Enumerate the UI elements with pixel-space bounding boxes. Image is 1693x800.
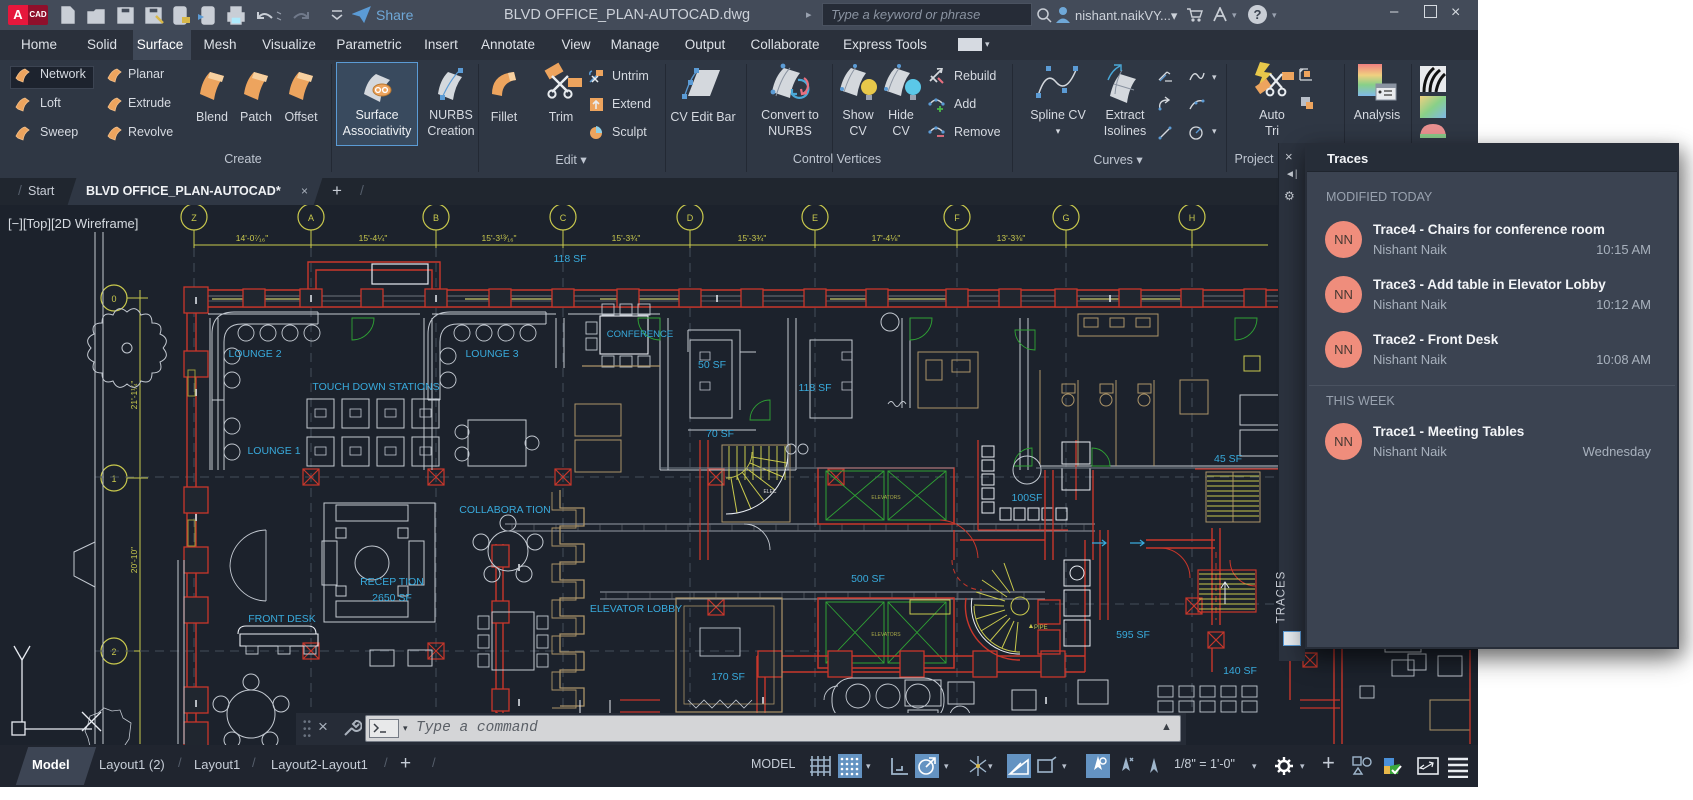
svg-text:45 SF: 45 SF bbox=[1214, 453, 1242, 465]
svg-text:B: B bbox=[433, 213, 439, 223]
svg-text:100SF: 100SF bbox=[1012, 492, 1043, 504]
svg-text:CONFERENCE: CONFERENCE bbox=[607, 329, 674, 340]
svg-text:15'-3¾": 15'-3¾" bbox=[738, 233, 767, 243]
svg-text:D: D bbox=[687, 213, 694, 223]
svg-text:ELEVATORS: ELEVATORS bbox=[871, 495, 901, 501]
svg-text:14'-0⁷⁄₁₆": 14'-0⁷⁄₁₆" bbox=[236, 233, 268, 243]
svg-text:1: 1 bbox=[111, 474, 116, 484]
svg-text:17'-4⅛": 17'-4⅛" bbox=[872, 233, 901, 243]
svg-text:I: I bbox=[1109, 294, 1112, 305]
svg-text:G: G bbox=[1062, 213, 1069, 223]
svg-text:I: I bbox=[1045, 696, 1048, 707]
svg-text:595 SF: 595 SF bbox=[1116, 629, 1150, 641]
svg-text:15'-4¼": 15'-4¼" bbox=[359, 233, 388, 243]
svg-text:I: I bbox=[195, 296, 198, 307]
svg-text:ELEVATORS: ELEVATORS bbox=[871, 632, 901, 638]
svg-text:0: 0 bbox=[111, 294, 116, 304]
svg-text:15'-3¾": 15'-3¾" bbox=[612, 233, 641, 243]
svg-text:140 SF: 140 SF bbox=[1223, 665, 1257, 677]
svg-text:Z: Z bbox=[191, 213, 197, 223]
svg-text:H: H bbox=[1189, 213, 1196, 223]
svg-text:LOUNGE 2: LOUNGE 2 bbox=[228, 348, 281, 360]
svg-text:500 SF: 500 SF bbox=[851, 573, 885, 585]
svg-text:COLLABORA TION: COLLABORA TION bbox=[459, 504, 550, 516]
svg-text:I: I bbox=[435, 294, 438, 305]
svg-text:50 SF: 50 SF bbox=[698, 359, 726, 371]
svg-text:A: A bbox=[308, 213, 314, 223]
svg-text:F: F bbox=[954, 213, 960, 223]
svg-text:70 SF: 70 SF bbox=[706, 428, 734, 440]
svg-text:170 SF: 170 SF bbox=[711, 671, 745, 683]
svg-text:20'-10": 20'-10" bbox=[129, 547, 139, 573]
svg-text:ELEVATOR LOBBY: ELEVATOR LOBBY bbox=[590, 603, 682, 615]
svg-text:21'-1¼": 21'-1¼" bbox=[129, 381, 139, 410]
svg-text:C: C bbox=[560, 213, 567, 223]
svg-text:I: I bbox=[716, 294, 719, 305]
svg-text:I: I bbox=[518, 698, 521, 709]
svg-text:I: I bbox=[195, 699, 198, 710]
svg-text:13'-3⅜": 13'-3⅜" bbox=[997, 233, 1026, 243]
svg-text:RECEP TION: RECEP TION bbox=[360, 576, 424, 588]
svg-text:2: 2 bbox=[111, 647, 116, 657]
svg-text:FRONT DESK: FRONT DESK bbox=[248, 613, 315, 625]
svg-text:LOUNGE 1: LOUNGE 1 bbox=[247, 445, 300, 457]
svg-text:ELEC: ELEC bbox=[763, 489, 776, 495]
svg-text:I: I bbox=[762, 696, 765, 707]
svg-text:[−][Top][2D Wireframe]: [−][Top][2D Wireframe] bbox=[8, 216, 138, 231]
svg-text:118 SF: 118 SF bbox=[553, 253, 586, 265]
svg-text:118 SF: 118 SF bbox=[798, 382, 831, 394]
svg-text:E: E bbox=[812, 213, 818, 223]
svg-text:2650 SF: 2650 SF bbox=[372, 592, 412, 604]
svg-text:I: I bbox=[310, 294, 313, 305]
svg-text:15'-3¹³⁄₁₆": 15'-3¹³⁄₁₆" bbox=[481, 233, 516, 243]
svg-text:TOUCH DOWN STATIONS: TOUCH DOWN STATIONS bbox=[312, 381, 439, 393]
svg-text:LOUNGE 3: LOUNGE 3 bbox=[465, 348, 518, 360]
